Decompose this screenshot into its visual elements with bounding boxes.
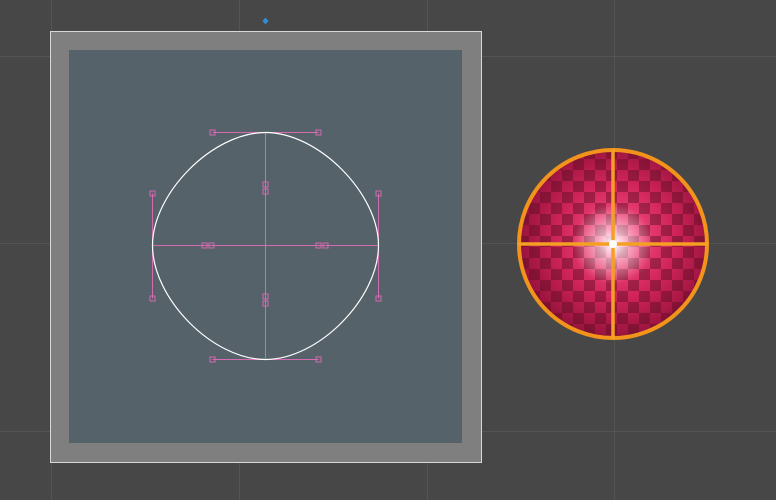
sprite-preview[interactable] — [517, 148, 709, 340]
sprite-center-point — [609, 240, 617, 248]
sprite-editor-panel[interactable] — [50, 31, 482, 463]
scene-canvas[interactable] — [0, 0, 776, 500]
scene-viewport[interactable] — [0, 0, 776, 500]
